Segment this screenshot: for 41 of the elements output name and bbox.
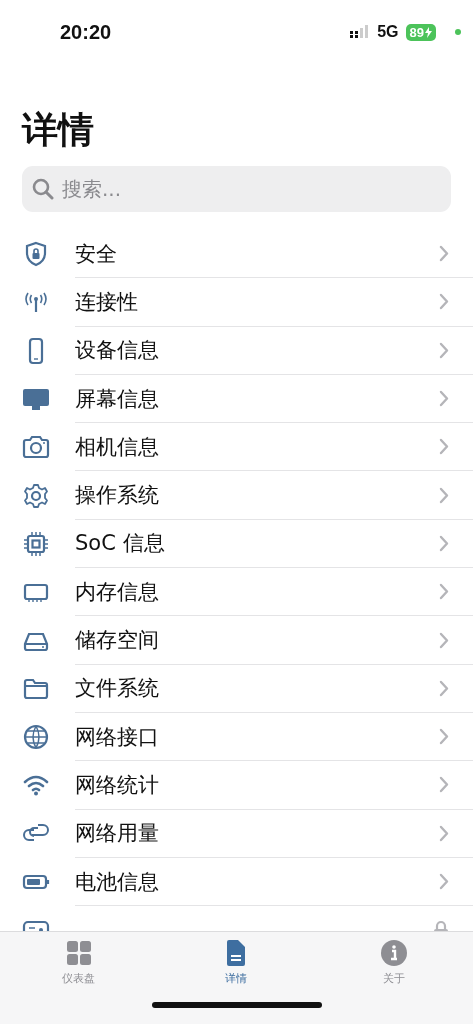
list-item[interactable]: 网络统计 [0,761,473,810]
status-time: 20:20 [60,20,112,44]
list-item[interactable]: 相机信息 [0,423,473,472]
gear-icon [22,481,50,510]
list-item[interactable]: 储存空间 [0,616,473,665]
globe-icon [22,723,50,752]
item-label: 网络接口 [75,723,159,751]
list-item[interactable]: 操作系统 [0,471,473,520]
list-item[interactable]: SoC 信息 [0,519,473,569]
signal-icon [350,25,371,39]
search-field[interactable]: 搜索... [22,166,451,212]
item-label: 文件系统 [75,675,159,703]
list-item[interactable]: 文件系统 [0,664,473,713]
battery-level: 89 [405,23,436,41]
item-label: 设备信息 [75,337,159,365]
list-item[interactable]: 电池信息 [0,857,473,907]
item-label: 屏幕信息 [75,385,159,413]
list-item[interactable]: 内存信息 [0,568,473,617]
item-label: 相机信息 [75,433,159,461]
chip-icon [22,529,50,558]
list-item[interactable]: 连接性 [0,278,473,327]
page-title: 详情 [22,108,94,152]
item-label: 电池信息 [75,868,159,896]
item-label: 储存空间 [75,627,159,654]
list-item[interactable]: 设备信息 [0,326,473,375]
item-label: 操作系统 [75,482,159,510]
tab-item[interactable]: 详情 [191,939,282,986]
list-item[interactable]: 屏幕信息 [0,374,473,424]
item-label: 连接性 [75,288,138,316]
item-label: SoC 信息 [75,530,165,558]
list-item[interactable]: 安全 [0,230,473,279]
info-icon [380,939,409,967]
list-item[interactable]: 网络用量 [0,809,473,858]
list-item[interactable]: 网络接口 [0,712,473,762]
item-label: 安全 [75,240,117,268]
grid-icon [64,939,93,967]
item-label: 内存信息 [75,578,159,606]
network-label: 5G [377,23,399,41]
item-label: 网络用量 [75,820,159,848]
item-label: 网络统计 [75,771,159,799]
search-icon [32,178,54,200]
